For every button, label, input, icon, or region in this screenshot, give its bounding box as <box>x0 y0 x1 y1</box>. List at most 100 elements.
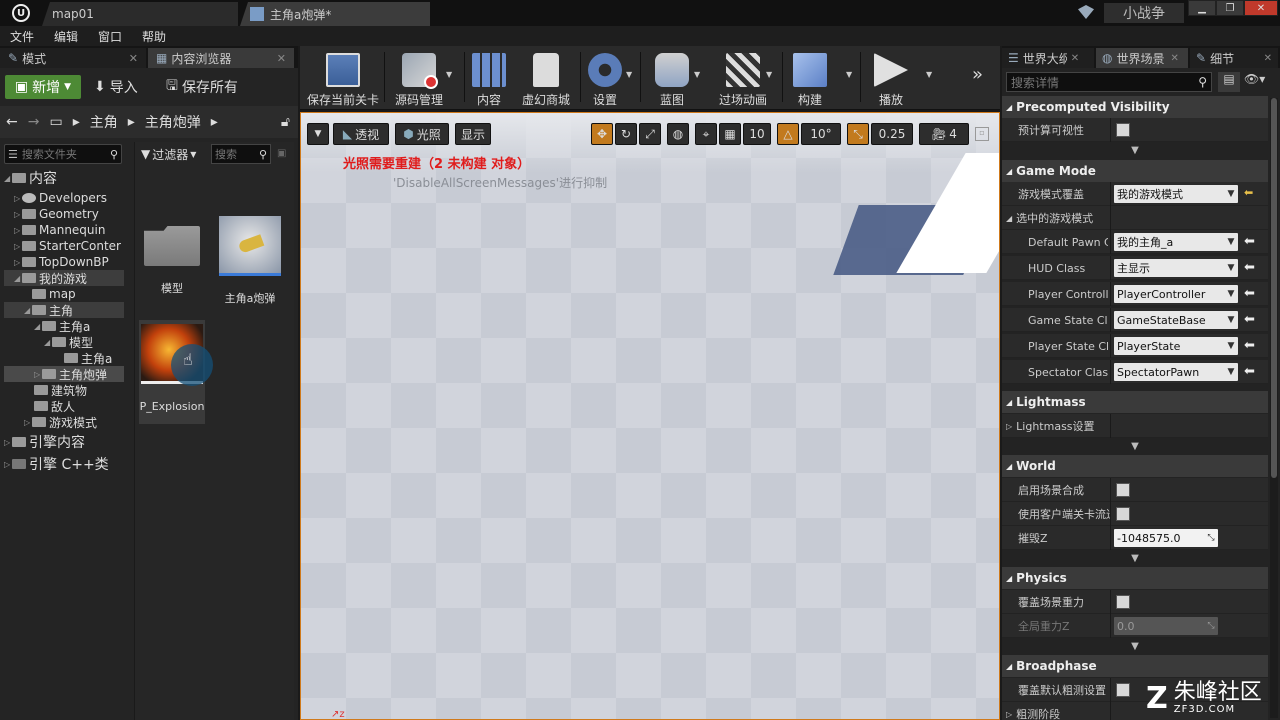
blueprints-button[interactable]: 蓝图 <box>646 50 698 108</box>
tab-world-outliner[interactable]: ☰ 世界大纲 ✕ <box>1002 48 1094 68</box>
default-pawn-dropdown[interactable]: 我的主角_a ▼ <box>1114 233 1238 251</box>
tree-item-hero-a[interactable]: ◢ 主角a <box>4 318 124 334</box>
close-icon[interactable]: ✕ <box>1170 53 1178 64</box>
category-physics[interactable]: ◢ Physics <box>1002 567 1268 589</box>
reset-arrow-icon[interactable]: ⬅ <box>1244 364 1255 379</box>
menu-file[interactable]: 文件 <box>0 28 44 45</box>
hud-class-dropdown[interactable]: 主显示 ▼ <box>1114 259 1238 277</box>
translate-icon[interactable]: ✥ <box>591 123 613 145</box>
asset-p-explosion[interactable]: ☝ P_Explosion <box>139 320 213 424</box>
tree-item-engine-content[interactable]: ▷ 引擎内容 <box>4 432 124 452</box>
scale-snap-value[interactable]: 0.25 <box>871 123 913 145</box>
advanced-expand-icon[interactable]: ▼ <box>1002 144 1268 156</box>
grid-snap-icon[interactable]: ▦ <box>719 123 741 145</box>
add-new-button[interactable]: ▣ 新增 ▼ <box>5 75 81 99</box>
scale-snap-icon[interactable]: ⤡ <box>847 123 869 145</box>
source-control-button[interactable]: 源码管理 <box>390 50 448 108</box>
breadcrumb-item[interactable]: 主角炮弹 <box>145 112 201 132</box>
kill-z-input[interactable]: -1048575.0 ⤡ <box>1114 529 1218 547</box>
category-precomputed-visibility[interactable]: ◢ Precomputed Visibility <box>1002 96 1268 118</box>
tree-item-mygame[interactable]: ◢ 我的游戏 <box>4 270 124 286</box>
tree-item-hero-projectile[interactable]: ▷ 主角炮弹 <box>4 366 124 382</box>
forward-icon[interactable]: → <box>28 114 40 130</box>
reset-arrow-icon[interactable]: ⬅ <box>1244 234 1255 249</box>
details-scrollbar[interactable] <box>1270 98 1278 718</box>
breadcrumb-item[interactable]: 主角 <box>90 112 118 132</box>
advanced-expand-icon[interactable]: ▼ <box>1002 552 1268 564</box>
chevron-down-icon[interactable]: ▼ <box>846 70 852 79</box>
save-all-button[interactable]: 🖫 保存所有 <box>166 75 238 99</box>
tab-details[interactable]: ✎ 细节 ✕ <box>1190 48 1278 68</box>
close-icon[interactable]: ✕ <box>1264 53 1272 64</box>
tab-content-browser[interactable]: ▦ 内容浏览器 ✕ <box>148 48 294 68</box>
build-button[interactable]: 构建 <box>790 50 830 108</box>
client-streaming-checkbox[interactable] <box>1116 507 1130 521</box>
rotation-snap-value[interactable]: 10° <box>801 123 841 145</box>
tree-item-mannequin[interactable]: ▷ Mannequin <box>4 222 124 238</box>
settings-button[interactable]: 设置 <box>586 50 624 108</box>
tree-item-startercontent[interactable]: ▷ StarterConter <box>4 238 124 254</box>
scale-icon[interactable]: ⤢ <box>639 123 661 145</box>
world-space-icon[interactable]: ◍ <box>667 123 689 145</box>
gamemode-override-dropdown[interactable]: 我的游戏模式 ▼ <box>1114 185 1238 203</box>
lit-mode-button[interactable]: ⬢ 光照 <box>395 123 449 145</box>
feedback-icon[interactable] <box>1078 5 1094 19</box>
tree-item-content[interactable]: ◢ 内容 <box>4 170 124 186</box>
back-icon[interactable]: ← <box>6 114 18 130</box>
tree-item-enemies[interactable]: 敌人 <box>4 398 124 414</box>
player-state-dropdown[interactable]: PlayerState ▼ <box>1114 337 1238 355</box>
lock-icon[interactable]: 🔓︎ <box>281 114 290 130</box>
toolbar-overflow-icon[interactable]: » <box>972 64 983 85</box>
reset-arrow-icon[interactable]: ⬅ <box>1244 338 1255 353</box>
show-button[interactable]: 显示 <box>455 123 491 145</box>
tree-item-buildings[interactable]: 建筑物 <box>4 382 124 398</box>
chevron-down-icon[interactable]: ▼ <box>446 70 452 79</box>
spectator-class-dropdown[interactable]: SpectatorPawn ▼ <box>1114 363 1238 381</box>
rotate-icon[interactable]: ↻ <box>615 123 637 145</box>
tree-item-geometry[interactable]: ▷ Geometry <box>4 206 124 222</box>
rotation-snap-icon[interactable]: △ <box>777 123 799 145</box>
tab-map01[interactable]: map01 <box>42 2 238 26</box>
close-icon[interactable]: ✕ <box>277 52 286 65</box>
tree-item-hero-a-model[interactable]: 主角a <box>4 350 124 366</box>
menu-edit[interactable]: 编辑 <box>44 28 88 45</box>
category-broadphase[interactable]: ◢ Broadphase <box>1002 655 1268 677</box>
override-gravity-checkbox[interactable] <box>1116 595 1130 609</box>
camera-speed-button[interactable]: 🎥︎ 4 <box>919 123 969 145</box>
chevron-down-icon[interactable]: ▼ <box>766 70 772 79</box>
maximize-button[interactable]: ❐ <box>1216 0 1244 16</box>
close-button[interactable]: ✕ <box>1244 0 1278 16</box>
tab-modes[interactable]: ✎ 模式 ✕ <box>0 48 146 68</box>
import-button[interactable]: ⬇ 导入 <box>94 75 138 99</box>
chevron-down-icon[interactable]: ▼ <box>626 70 632 79</box>
asset-search-input[interactable]: 搜索 ⚲ <box>211 144 271 164</box>
filters-button[interactable]: ▼ 过滤器 ▼ <box>141 144 203 164</box>
folder-icon[interactable]: ▭ <box>49 114 62 130</box>
category-lightmass[interactable]: ◢ Lightmass <box>1002 391 1268 413</box>
player-controller-dropdown[interactable]: PlayerController ▼ <box>1114 285 1238 303</box>
maximize-viewport-icon[interactable]: ▫ <box>975 127 989 141</box>
close-icon[interactable]: ✕ <box>129 52 138 65</box>
reset-arrow-icon[interactable]: ⬅ <box>1244 286 1255 301</box>
lightmass-settings-label[interactable]: ▷ Lightmass设置 <box>1006 414 1095 438</box>
details-search-input[interactable]: 搜索详情 ⚲ <box>1006 72 1212 92</box>
level-viewport[interactable]: ▼ ◣ 透视 ⬢ 光照 显示 ✥ ↻ ⤢ ◍ ⌖ ▦ 10 △ 10° ⤡ 0.… <box>300 112 1000 720</box>
tree-item-hero[interactable]: ◢ 主角 <box>4 302 124 318</box>
tree-item-developers[interactable]: ▷ Developers <box>4 190 124 206</box>
marketplace-button[interactable]: 虚幻商城 <box>520 50 572 108</box>
tab-projectile-blueprint[interactable]: 主角a炮弹* <box>240 2 430 26</box>
minimize-button[interactable]: ▁ <box>1188 0 1216 16</box>
tree-item-map[interactable]: map <box>4 286 124 302</box>
view-options-icon[interactable]: 👁︎▾ <box>1244 72 1274 92</box>
close-icon[interactable]: ✕ <box>1071 53 1079 64</box>
save-search-icon[interactable]: ▣ <box>277 148 286 159</box>
perspective-button[interactable]: ◣ 透视 <box>333 123 389 145</box>
scrollbar-thumb[interactable] <box>1271 98 1277 478</box>
menu-window[interactable]: 窗口 <box>88 28 132 45</box>
viewport-options-button[interactable]: ▼ <box>307 123 329 145</box>
asset-projectile-blueprint[interactable]: 主角a炮弹 <box>217 216 283 308</box>
override-broadphase-checkbox[interactable] <box>1116 683 1130 697</box>
reset-arrow-icon[interactable]: ⬅ <box>1244 312 1255 327</box>
content-button[interactable]: 内容 <box>470 50 508 108</box>
asset-folder-model[interactable]: 模型 <box>139 218 205 318</box>
